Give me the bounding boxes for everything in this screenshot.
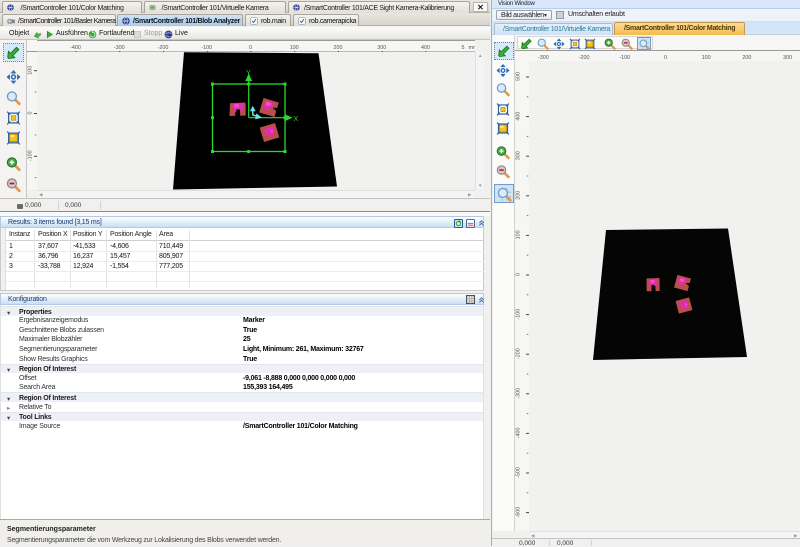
- svg-text:500: 500: [516, 72, 522, 81]
- svg-text:-200: -200: [158, 45, 169, 51]
- svg-text:-100: -100: [201, 45, 212, 51]
- svg-text:-600: -600: [516, 507, 522, 518]
- svg-text:-100: -100: [516, 309, 522, 320]
- svg-text:mm: mm: [469, 45, 475, 51]
- svg-text:200: 200: [334, 45, 343, 51]
- svg-text:0: 0: [249, 45, 252, 51]
- svg-text:-400: -400: [70, 45, 81, 51]
- svg-text:300: 300: [516, 151, 522, 160]
- svg-text:200: 200: [516, 191, 522, 200]
- svg-text:-300: -300: [114, 45, 125, 51]
- svg-text:400: 400: [421, 45, 430, 51]
- svg-text:0: 0: [516, 273, 522, 276]
- svg-text:-100: -100: [28, 150, 34, 161]
- svg-text:5: 5: [462, 45, 465, 51]
- svg-text:-400: -400: [516, 428, 522, 439]
- svg-text:-200: -200: [516, 348, 522, 359]
- svg-text:-500: -500: [516, 467, 522, 478]
- svg-text:100: 100: [516, 230, 522, 239]
- svg-text:-300: -300: [516, 388, 522, 399]
- svg-text:400: 400: [516, 112, 522, 121]
- svg-text:Y: Y: [246, 70, 251, 77]
- svg-text:0: 0: [28, 112, 34, 115]
- svg-text:X: X: [294, 116, 299, 123]
- svg-text:100: 100: [290, 45, 299, 51]
- svg-text:100: 100: [28, 66, 34, 75]
- svg-text:300: 300: [377, 45, 386, 51]
